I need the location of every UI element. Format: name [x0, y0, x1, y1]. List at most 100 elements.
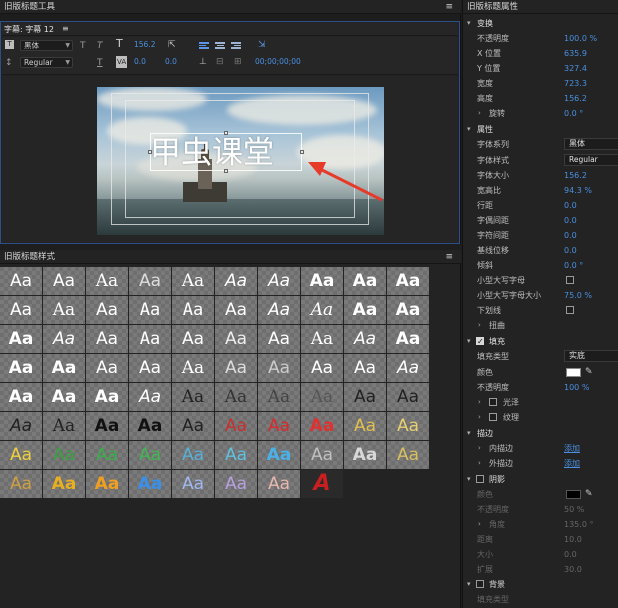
style-swatch[interactable]: Aa [86, 383, 128, 411]
shadow-spread-value[interactable]: 30.0 [564, 562, 582, 577]
texture-row[interactable]: › 纹理 [463, 410, 618, 425]
width-value[interactable]: 723.3 [564, 76, 587, 91]
opacity-value[interactable]: 100.0 % [564, 31, 597, 46]
style-swatch[interactable]: A [301, 470, 343, 498]
font-icon[interactable]: T [5, 40, 14, 49]
style-swatch[interactable]: Aa [86, 267, 128, 295]
style-swatch[interactable]: Aa [0, 354, 42, 382]
baseline-value[interactable]: 0.0 [564, 243, 577, 258]
leading-icon[interactable]: ↕ [5, 57, 13, 69]
style-swatch[interactable]: Aa [258, 383, 300, 411]
style-swatch[interactable]: Aa [172, 470, 214, 498]
style-swatch[interactable]: Aa [301, 296, 343, 324]
resize-handle[interactable] [148, 150, 152, 154]
fill-section[interactable]: ▾填充 [463, 334, 618, 349]
style-swatch[interactable]: Aa [172, 267, 214, 295]
rotation-value[interactable]: 0.0 ° [564, 106, 583, 121]
style-swatch[interactable]: Aa [344, 296, 386, 324]
style-swatch[interactable]: Aa [129, 412, 171, 440]
style-swatch[interactable]: Aa [387, 441, 429, 469]
background-checkbox[interactable] [476, 580, 484, 588]
style-swatch[interactable]: Aa [301, 267, 343, 295]
style-swatch[interactable]: Aa [43, 267, 85, 295]
style-swatch[interactable]: Aa [0, 383, 42, 411]
style-swatch[interactable]: Aa [301, 412, 343, 440]
style-swatch[interactable]: Aa [43, 296, 85, 324]
center-v-icon[interactable]: ⊞ [234, 56, 242, 68]
style-swatch[interactable]: Aa [129, 267, 171, 295]
style-swatch[interactable]: Aa [258, 354, 300, 382]
shadow-size-value[interactable]: 0.0 [564, 547, 577, 562]
rotation-row[interactable]: › 旋转 0.0 ° [463, 106, 618, 121]
title-tab[interactable]: 字幕: 字幕 12 [4, 24, 54, 36]
style-swatch[interactable]: Aa [129, 383, 171, 411]
tab-menu-icon[interactable]: ≡ [62, 24, 69, 33]
style-swatch[interactable]: Aa [172, 383, 214, 411]
smallcaps-size-value[interactable]: 75.0 % [564, 288, 592, 303]
stroke-section[interactable]: ▾ 描边 [463, 426, 618, 441]
style-swatch[interactable]: Aa [387, 412, 429, 440]
style-swatch[interactable]: Aa [0, 325, 42, 353]
style-swatch[interactable]: Aa [172, 325, 214, 353]
eyedropper-icon[interactable]: ✎ [585, 487, 593, 502]
style-swatch[interactable]: Aa [301, 354, 343, 382]
style-swatch[interactable]: Aa [387, 383, 429, 411]
style-swatch[interactable]: Aa [215, 354, 257, 382]
font-style-dropdown[interactable]: Regular [564, 154, 618, 166]
style-swatch[interactable]: Aa [43, 470, 85, 498]
font-family-select[interactable]: 黑体 ▼ [20, 40, 73, 51]
smallcaps-checkbox[interactable] [566, 276, 574, 284]
style-swatch[interactable]: Aa [0, 296, 42, 324]
style-swatch[interactable]: Aa [301, 325, 343, 353]
eyedropper-icon[interactable]: ✎ [585, 365, 593, 380]
shadow-opacity-value[interactable]: 50 % [564, 502, 584, 517]
inner-stroke-row[interactable]: › 内描边 添加 [463, 441, 618, 456]
style-swatch[interactable]: Aa [344, 412, 386, 440]
style-swatch[interactable]: Aa [258, 267, 300, 295]
bold-icon[interactable]: T [80, 40, 86, 52]
fill-checkbox[interactable] [476, 334, 484, 349]
style-swatch[interactable]: Aa [43, 383, 85, 411]
center-h-icon[interactable]: ⊟ [216, 56, 224, 68]
fill-color-swatch[interactable] [566, 368, 581, 377]
style-swatch[interactable]: Aa [258, 470, 300, 498]
style-swatch[interactable]: Aa [129, 296, 171, 324]
style-swatch[interactable]: Aa [215, 383, 257, 411]
font-size-value[interactable]: 156.2 [134, 39, 155, 51]
style-swatch[interactable]: Aa [86, 412, 128, 440]
style-swatch[interactable]: Aa [86, 354, 128, 382]
style-swatch[interactable]: Aa [344, 354, 386, 382]
style-swatch[interactable]: Aa [344, 325, 386, 353]
rotate-icon[interactable]: ⇱ [168, 39, 176, 51]
kerning-value[interactable]: 0.0 [134, 56, 146, 68]
style-swatch[interactable]: Aa [387, 325, 429, 353]
underline-checkbox[interactable] [566, 306, 574, 314]
style-swatch[interactable]: Aa [387, 354, 429, 382]
panel-menu-icon[interactable]: ≡ [445, 250, 453, 264]
height-value[interactable]: 156.2 [564, 91, 587, 106]
style-swatch[interactable]: Aa [258, 296, 300, 324]
tab-stops-icon[interactable]: ⇲ [258, 39, 266, 51]
style-swatch[interactable]: Aa [344, 441, 386, 469]
panel-menu-icon[interactable]: ≡ [445, 0, 453, 14]
shadow-checkbox[interactable] [476, 475, 484, 483]
fill-opacity-value[interactable]: 100 % [564, 380, 589, 395]
transform-section[interactable]: ▾ 变换 [463, 16, 618, 31]
align-left-icon[interactable] [199, 41, 209, 50]
shadow-angle-value[interactable]: 135.0 ° [564, 517, 593, 532]
texture-checkbox[interactable] [489, 413, 497, 421]
style-swatch[interactable]: Aa [387, 267, 429, 295]
leading-value[interactable]: 0.0 [564, 198, 577, 213]
style-swatch[interactable]: Aa [172, 441, 214, 469]
style-swatch[interactable]: Aa [215, 441, 257, 469]
style-swatch[interactable]: Aa [86, 441, 128, 469]
leading-value[interactable]: 0.0 [165, 56, 177, 68]
style-swatch[interactable]: Aa [129, 354, 171, 382]
style-swatch[interactable]: Aa [344, 267, 386, 295]
style-swatch[interactable]: Aa [43, 325, 85, 353]
style-swatch[interactable]: Aa [215, 296, 257, 324]
style-swatch[interactable]: Aa [129, 441, 171, 469]
style-swatch[interactable]: Aa [43, 354, 85, 382]
sheen-checkbox[interactable] [489, 398, 497, 406]
title-text[interactable]: 甲虫课堂 [150, 135, 302, 171]
